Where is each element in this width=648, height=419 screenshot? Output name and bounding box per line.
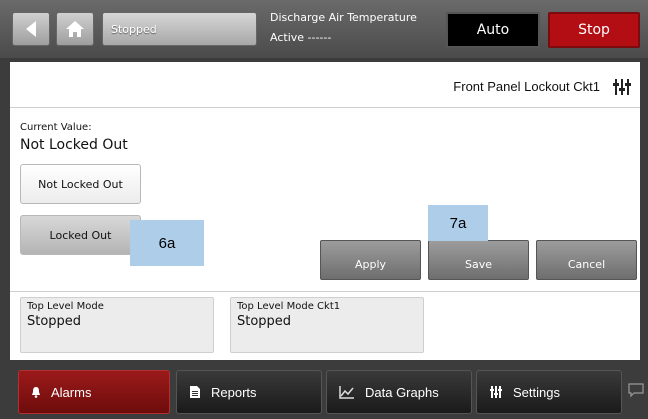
- top-level-mode-card: Top Level Mode Stopped: [20, 297, 214, 353]
- mode-value: Stopped: [27, 314, 82, 329]
- apply-button[interactable]: Apply: [320, 240, 421, 280]
- divider: [10, 107, 640, 108]
- point-status: Active ------: [270, 31, 332, 44]
- divider: [10, 291, 640, 292]
- mode-value: Stopped: [237, 314, 292, 329]
- settings-sliders-icon: [613, 79, 631, 95]
- tab-settings[interactable]: Settings: [476, 370, 622, 414]
- chart-icon: [339, 386, 354, 399]
- callout-7a: 7a: [428, 205, 488, 241]
- point-name: Discharge Air Temperature: [270, 11, 417, 24]
- auto-button[interactable]: Auto: [446, 12, 540, 48]
- tab-label: Reports: [211, 384, 257, 400]
- top-bar: Stopped Discharge Air Temperature Active…: [0, 0, 648, 58]
- current-value-label: Current Value:: [20, 122, 92, 133]
- settings-sliders-icon: [490, 386, 502, 398]
- bottom-nav: Alarms Reports Data Graphs Settings: [0, 364, 648, 419]
- chat-icon[interactable]: [628, 382, 644, 398]
- bell-icon: [32, 387, 40, 398]
- tab-label: Data Graphs: [365, 384, 439, 400]
- not-locked-out-option[interactable]: Not Locked Out: [20, 164, 141, 204]
- panel-title: Front Panel Lockout Ckt1: [453, 79, 600, 94]
- tab-label: Alarms: [51, 384, 92, 400]
- point-info: Discharge Air Temperature Active ------: [270, 8, 417, 48]
- home-icon: [66, 21, 84, 37]
- cancel-button[interactable]: Cancel: [536, 240, 637, 280]
- tab-data-graphs[interactable]: Data Graphs: [326, 370, 472, 414]
- tab-reports[interactable]: Reports: [176, 370, 322, 414]
- locked-out-option[interactable]: Locked Out: [20, 215, 141, 255]
- unit-status: Stopped: [111, 23, 157, 36]
- mode-label: Top Level Mode: [27, 301, 104, 312]
- mode-label: Top Level Mode Ckt1: [237, 301, 341, 312]
- back-arrow-icon: [26, 21, 36, 37]
- tab-label: Settings: [513, 384, 560, 400]
- callout-6a: 6a: [130, 220, 204, 266]
- home-button[interactable]: [56, 12, 94, 46]
- current-value: Not Locked Out: [20, 137, 128, 153]
- save-button[interactable]: Save: [428, 240, 529, 280]
- tab-alarms[interactable]: Alarms: [18, 370, 170, 414]
- back-button[interactable]: [12, 12, 50, 46]
- stop-button[interactable]: Stop: [548, 12, 640, 48]
- settings-panel: Front Panel Lockout Ckt1 Current Value: …: [10, 62, 640, 360]
- top-level-mode-ckt1-card: Top Level Mode Ckt1 Stopped: [230, 297, 424, 353]
- report-icon: [190, 386, 200, 398]
- unit-status-box: Stopped: [102, 12, 257, 46]
